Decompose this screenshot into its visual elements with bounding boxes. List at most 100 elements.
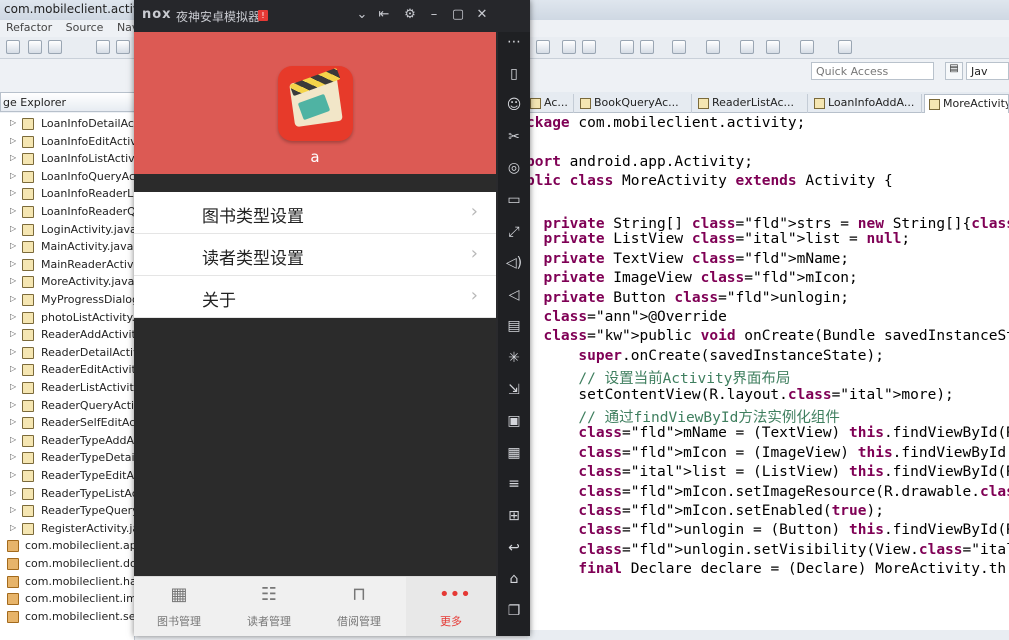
- editor-tab[interactable]: Ac...: [526, 94, 574, 113]
- forward-icon[interactable]: [800, 40, 814, 54]
- expand-arrow-icon[interactable]: ▷: [10, 347, 16, 356]
- expand-arrow-icon[interactable]: ▷: [10, 136, 16, 145]
- app-avatar-icon[interactable]: [278, 66, 353, 141]
- volume-down-icon[interactable]: ◁: [504, 285, 524, 305]
- tree-package-item[interactable]: com.mobileclient.dom: [0, 555, 134, 573]
- menu-icon[interactable]: ≡: [504, 474, 524, 494]
- toolbar-button[interactable]: [620, 40, 634, 54]
- shake-icon[interactable]: ✳: [504, 348, 524, 368]
- expand-arrow-icon[interactable]: ▷: [10, 400, 16, 409]
- expand-arrow-icon[interactable]: ▷: [10, 364, 16, 373]
- expand-arrow-icon[interactable]: ▷: [10, 435, 16, 444]
- save-icon[interactable]: [28, 40, 42, 54]
- code-editor[interactable]: ckage com.mobileclient.activity; port and…: [526, 113, 1009, 635]
- toolbar-button[interactable]: [536, 40, 550, 54]
- expand-arrow-icon[interactable]: ▷: [10, 188, 16, 197]
- tree-package-item[interactable]: com.mobileclient.han: [0, 573, 134, 591]
- java-perspective-button[interactable]: Jav: [966, 62, 1009, 80]
- tree-file-item[interactable]: ▷ ReaderSelfEditAct: [0, 414, 134, 432]
- back-icon[interactable]: [740, 40, 754, 54]
- next-annotation-icon[interactable]: [672, 40, 686, 54]
- expand-arrow-icon[interactable]: ▷: [10, 153, 16, 162]
- scissors-icon[interactable]: ✂: [504, 127, 524, 147]
- pin-icon[interactable]: ⇤: [376, 7, 392, 22]
- robot-icon[interactable]: ☺: [504, 95, 524, 115]
- expand-arrow-icon[interactable]: ▷: [10, 118, 16, 127]
- more-options-icon[interactable]: ⋯: [504, 32, 524, 52]
- tree-file-item[interactable]: ▷ ReaderEditActivity: [0, 361, 134, 379]
- editor-tab[interactable]: ReaderListAc...: [694, 94, 808, 113]
- tree-file-item[interactable]: ▷ LoanInfoListActivi: [0, 150, 134, 168]
- home-icon[interactable]: ⌂: [504, 569, 524, 589]
- expand-arrow-icon[interactable]: ▷: [10, 470, 16, 479]
- quick-access-input[interactable]: Quick Access: [811, 62, 934, 80]
- tree-file-item[interactable]: ▷ ReaderListActivity.: [0, 379, 134, 397]
- nav-tab-book-management[interactable]: ▦ 图书管理: [134, 577, 224, 636]
- tree-file-item[interactable]: ▷ ReaderDetailActivi: [0, 344, 134, 362]
- record-icon[interactable]: ▣: [504, 411, 524, 431]
- nav-tab-reader-management[interactable]: ☷ 读者管理: [224, 577, 314, 636]
- tree-package-item[interactable]: com.mobileclient.img: [0, 590, 134, 608]
- location-icon[interactable]: ◎: [504, 158, 524, 178]
- pin-icon[interactable]: [838, 40, 852, 54]
- editor-tab[interactable]: LoanInfoAddA...: [810, 94, 922, 113]
- expand-arrow-icon[interactable]: ▷: [10, 294, 16, 303]
- menu-source[interactable]: Source: [66, 21, 104, 34]
- phone-icon[interactable]: ▯: [504, 64, 524, 84]
- expand-arrow-icon[interactable]: ▷: [10, 505, 16, 514]
- menu-item-reader-type-settings[interactable]: 读者类型设置 ›: [134, 234, 496, 276]
- toolbar-button[interactable]: [562, 40, 576, 54]
- expand-arrow-icon[interactable]: ▷: [10, 171, 16, 180]
- notification-badge[interactable]: !: [258, 10, 268, 21]
- tree-file-item[interactable]: ▷ LoanInfoReaderQ: [0, 203, 134, 221]
- tree-file-item[interactable]: ▷ ReaderAddActivity: [0, 326, 134, 344]
- tree-file-item[interactable]: ▷ MainActivity.java: [0, 238, 134, 256]
- open-perspective-icon[interactable]: ▤: [945, 62, 963, 80]
- expand-arrow-icon[interactable]: ▷: [10, 417, 16, 426]
- minimize-icon[interactable]: –: [426, 7, 442, 22]
- nav-tab-more[interactable]: ••• 更多: [406, 577, 496, 636]
- tree-file-item[interactable]: ▷ ReaderTypeListAct: [0, 485, 134, 503]
- screen-icon[interactable]: ▭: [504, 190, 524, 210]
- chevron-down-icon[interactable]: ⌄: [354, 7, 370, 22]
- import-icon[interactable]: ⇲: [504, 380, 524, 400]
- expand-arrow-icon[interactable]: ▷: [10, 206, 16, 215]
- tree-file-item[interactable]: ▷ ReaderTypeDetail: [0, 449, 134, 467]
- toolbar-button[interactable]: [6, 40, 20, 54]
- tree-file-item[interactable]: ▷ ReaderTypeQuery: [0, 502, 134, 520]
- expand-arrow-icon[interactable]: ▷: [10, 523, 16, 532]
- apk-icon[interactable]: ▤: [504, 316, 524, 336]
- tree-file-item[interactable]: ▷ LoanInfoDetailActi: [0, 115, 134, 133]
- tree-file-item[interactable]: ▷ MyProgressDialog: [0, 291, 134, 309]
- tree-file-item[interactable]: ▷ photoListActivity.ja: [0, 309, 134, 327]
- package-explorer-tab[interactable]: ge Explorer: [0, 92, 135, 112]
- expand-arrow-icon[interactable]: ▷: [10, 312, 16, 321]
- fullscreen-icon[interactable]: ⤢: [504, 222, 524, 242]
- tree-file-item[interactable]: ▷ MainReaderActivit: [0, 256, 134, 274]
- toolbar-button[interactable]: [640, 40, 654, 54]
- back-icon[interactable]: ↩: [504, 538, 524, 558]
- expand-arrow-icon[interactable]: ▷: [10, 241, 16, 250]
- expand-arrow-icon[interactable]: ▷: [10, 329, 16, 338]
- tree-file-item[interactable]: ▷ LoanInfoEditActivi: [0, 133, 134, 151]
- menu-refactor[interactable]: Refactor: [6, 21, 52, 34]
- expand-arrow-icon[interactable]: ▷: [10, 276, 16, 285]
- menu-item-book-type-settings[interactable]: 图书类型设置 ›: [134, 192, 496, 234]
- tree-file-item[interactable]: ▷ ReaderQueryActivi: [0, 397, 134, 415]
- toolbar-button[interactable]: [116, 40, 130, 54]
- expand-arrow-icon[interactable]: ▷: [10, 382, 16, 391]
- toolbar-button[interactable]: [582, 40, 596, 54]
- volume-up-icon[interactable]: ◁): [504, 253, 524, 273]
- toolbar-button[interactable]: [96, 40, 110, 54]
- forward-icon[interactable]: [766, 40, 780, 54]
- expand-arrow-icon[interactable]: ▷: [10, 488, 16, 497]
- expand-arrow-icon[interactable]: ▷: [10, 259, 16, 268]
- expand-arrow-icon[interactable]: ▷: [10, 452, 16, 461]
- tree-file-item[interactable]: ▷ RegisterActivity.jav: [0, 520, 134, 538]
- menu-item-about[interactable]: 关于 ›: [134, 276, 496, 318]
- screenshot-icon[interactable]: ⊞: [504, 506, 524, 526]
- tree-package-item[interactable]: com.mobileclient.ser: [0, 608, 134, 626]
- tree-file-item[interactable]: ▷ LoginActivity.java: [0, 221, 134, 239]
- tree-file-item[interactable]: ▷ LoanInfoReaderLi: [0, 185, 134, 203]
- editor-tab[interactable]: BookQueryAc...: [576, 94, 692, 113]
